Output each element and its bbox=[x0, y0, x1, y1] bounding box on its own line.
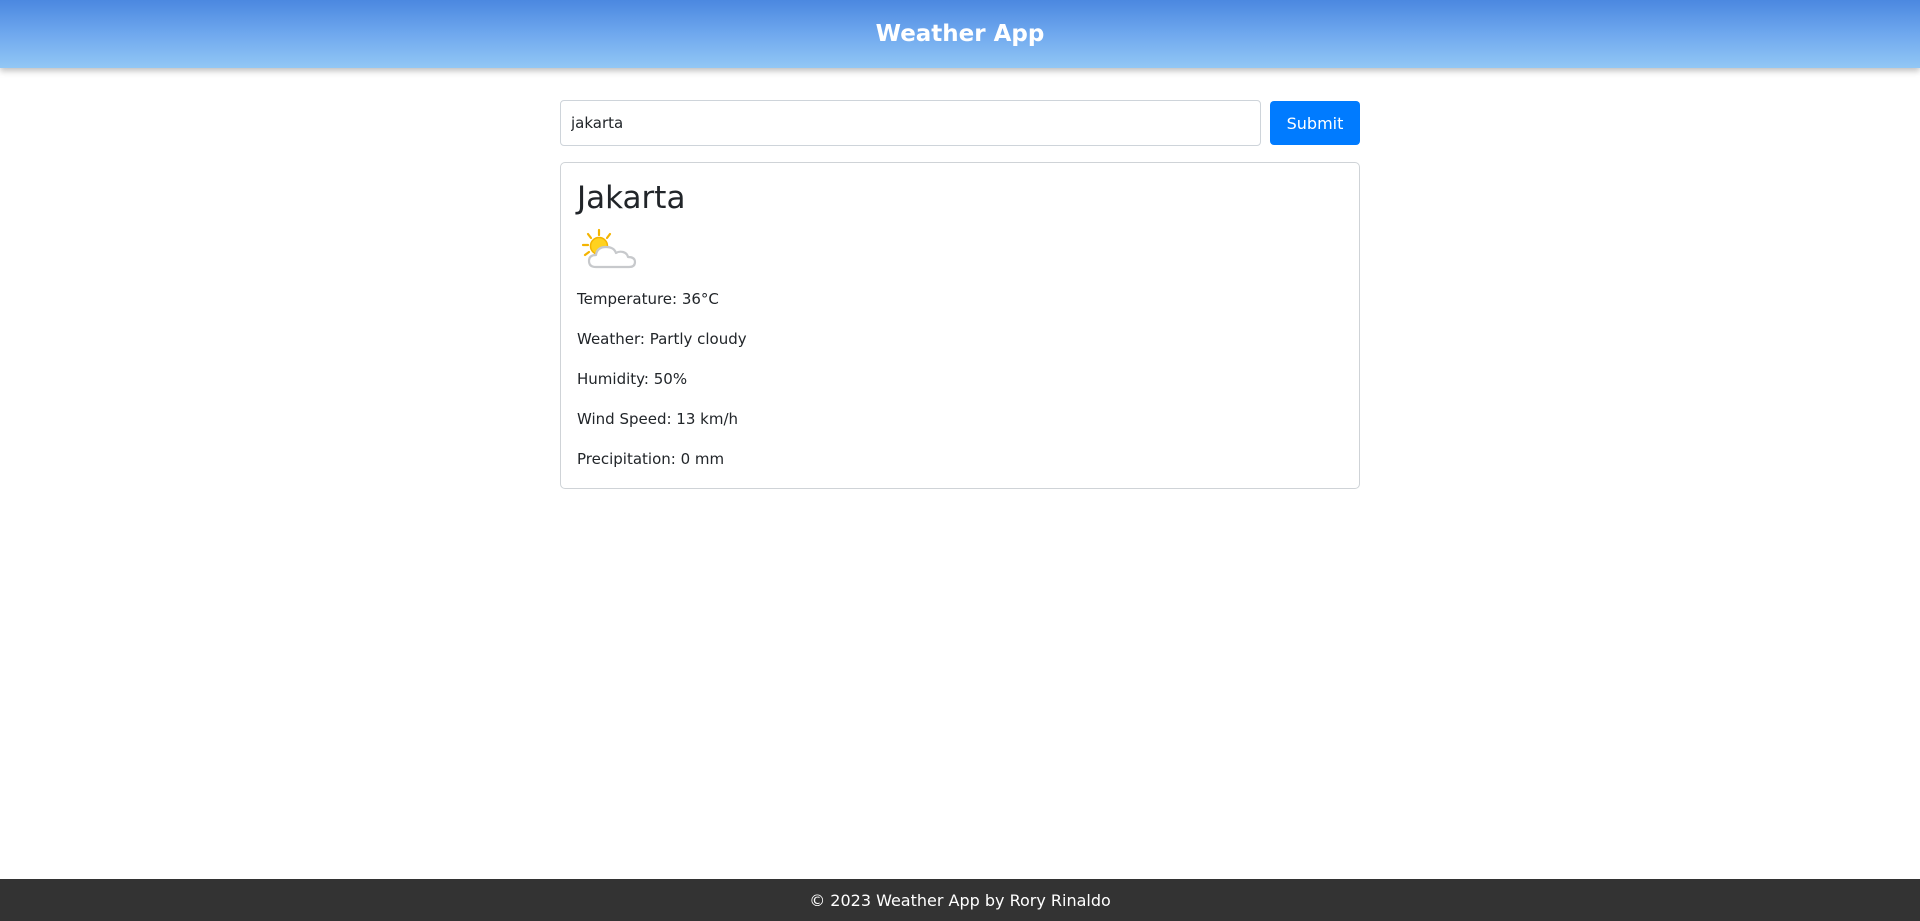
submit-button[interactable]: Submit bbox=[1270, 101, 1360, 145]
app-footer: © 2023 Weather App by Rory Rinaldo bbox=[0, 879, 1920, 921]
precipitation-text: Precipitation: 0 mm bbox=[577, 450, 725, 468]
humidity-text: Humidity: 50% bbox=[577, 370, 688, 388]
wind-speed-text: Wind Speed: 13 km/h bbox=[577, 410, 739, 428]
search-form: Submit bbox=[560, 100, 1360, 146]
main-content: Submit Jakarta Temperature: 36°C Weather… bbox=[560, 100, 1360, 489]
temperature-text: Temperature: 36°C bbox=[577, 290, 719, 308]
app-header: Weather App bbox=[0, 0, 1920, 68]
app-title: Weather App bbox=[875, 21, 1045, 47]
city-name: Jakarta bbox=[577, 180, 686, 216]
app-root: Weather App Submit Jakarta Temperature: … bbox=[0, 0, 1920, 921]
partly-cloudy-icon bbox=[581, 228, 637, 269]
weather-condition-text: Weather: Partly cloudy bbox=[577, 330, 747, 348]
city-search-input[interactable] bbox=[560, 100, 1261, 146]
weather-card: Jakarta Temperature: 36°C Weather: Partl… bbox=[560, 162, 1360, 489]
footer-copyright: © 2023 Weather App by Rory Rinaldo bbox=[809, 890, 1111, 910]
